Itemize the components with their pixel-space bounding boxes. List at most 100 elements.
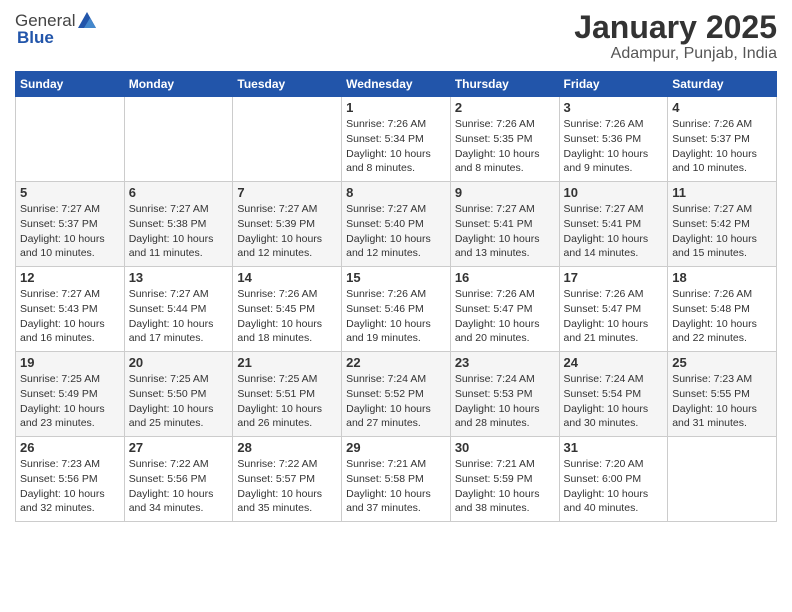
day-info: Sunrise: 7:24 AM Sunset: 5:54 PM Dayligh… bbox=[564, 372, 664, 431]
calendar-day-cell: 9Sunrise: 7:27 AM Sunset: 5:41 PM Daylig… bbox=[450, 182, 559, 267]
calendar-day-cell: 8Sunrise: 7:27 AM Sunset: 5:40 PM Daylig… bbox=[342, 182, 451, 267]
calendar-day-cell: 1 Sunrise: 7:26 AM Sunset: 5:34 PM Daylig… bbox=[342, 97, 451, 182]
day-info: Sunrise: 7:26 AM Sunset: 5:36 PM Dayligh… bbox=[564, 117, 664, 176]
weekday-header: Wednesday bbox=[342, 72, 451, 97]
day-info: Sunrise: 7:27 AM Sunset: 5:42 PM Dayligh… bbox=[672, 202, 772, 261]
calendar-week-row: 19 Sunrise: 7:25 AM Sunset: 5:49 PM Dayli… bbox=[16, 352, 777, 437]
day-info: Sunrise: 7:21 AM Sunset: 5:58 PM Dayligh… bbox=[346, 457, 446, 516]
day-number: 11 bbox=[672, 185, 772, 200]
logo-block: General Blue bbox=[15, 10, 99, 48]
day-info: Sunrise: 7:20 AM Sunset: 6:00 PM Dayligh… bbox=[564, 457, 664, 516]
day-number: 21 bbox=[237, 355, 337, 370]
calendar-day-cell bbox=[124, 97, 233, 182]
calendar-table: SundayMondayTuesdayWednesdayThursdayFrid… bbox=[15, 71, 777, 522]
weekday-header: Friday bbox=[559, 72, 668, 97]
calendar-day-cell: 19 Sunrise: 7:25 AM Sunset: 5:49 PM Dayli… bbox=[16, 352, 125, 437]
calendar-day-cell: 21 Sunrise: 7:25 AM Sunset: 5:51 PM Dayli… bbox=[233, 352, 342, 437]
day-info: Sunrise: 7:27 AM Sunset: 5:44 PM Dayligh… bbox=[129, 287, 229, 346]
calendar-day-cell: 7Sunrise: 7:27 AM Sunset: 5:39 PM Daylig… bbox=[233, 182, 342, 267]
calendar-day-cell: 24 Sunrise: 7:24 AM Sunset: 5:54 PM Dayli… bbox=[559, 352, 668, 437]
calendar-subtitle: Adampur, Punjab, India bbox=[574, 45, 777, 63]
day-number: 4 bbox=[672, 100, 772, 115]
day-number: 19 bbox=[20, 355, 120, 370]
calendar-day-cell: 12Sunrise: 7:27 AM Sunset: 5:43 PM Dayli… bbox=[16, 267, 125, 352]
calendar-day-cell: 20 Sunrise: 7:25 AM Sunset: 5:50 PM Dayli… bbox=[124, 352, 233, 437]
weekday-header: Sunday bbox=[16, 72, 125, 97]
day-number: 1 bbox=[346, 100, 446, 115]
logo: General Blue bbox=[15, 10, 99, 48]
calendar-day-cell: 30Sunrise: 7:21 AM Sunset: 5:59 PM Dayli… bbox=[450, 437, 559, 522]
calendar-day-cell: 3Sunrise: 7:26 AM Sunset: 5:36 PM Daylig… bbox=[559, 97, 668, 182]
day-number: 28 bbox=[237, 440, 337, 455]
day-info: Sunrise: 7:26 AM Sunset: 5:35 PM Dayligh… bbox=[455, 117, 555, 176]
day-number: 7 bbox=[237, 185, 337, 200]
day-number: 17 bbox=[564, 270, 664, 285]
day-number: 26 bbox=[20, 440, 120, 455]
day-info: Sunrise: 7:26 AM Sunset: 5:46 PM Dayligh… bbox=[346, 287, 446, 346]
calendar-day-cell bbox=[668, 437, 777, 522]
day-info: Sunrise: 7:21 AM Sunset: 5:59 PM Dayligh… bbox=[455, 457, 555, 516]
day-info: Sunrise: 7:25 AM Sunset: 5:51 PM Dayligh… bbox=[237, 372, 337, 431]
calendar-day-cell: 29 Sunrise: 7:21 AM Sunset: 5:58 PM Dayli… bbox=[342, 437, 451, 522]
calendar-day-cell: 22Sunrise: 7:24 AM Sunset: 5:52 PM Dayli… bbox=[342, 352, 451, 437]
calendar-day-cell: 2 Sunrise: 7:26 AM Sunset: 5:35 PM Daylig… bbox=[450, 97, 559, 182]
day-info: Sunrise: 7:26 AM Sunset: 5:34 PM Dayligh… bbox=[346, 117, 446, 176]
day-info: Sunrise: 7:26 AM Sunset: 5:48 PM Dayligh… bbox=[672, 287, 772, 346]
day-number: 23 bbox=[455, 355, 555, 370]
weekday-header: Tuesday bbox=[233, 72, 342, 97]
calendar-day-cell: 25Sunrise: 7:23 AM Sunset: 5:55 PM Dayli… bbox=[668, 352, 777, 437]
day-number: 10 bbox=[564, 185, 664, 200]
day-info: Sunrise: 7:26 AM Sunset: 5:37 PM Dayligh… bbox=[672, 117, 772, 176]
calendar-day-cell bbox=[16, 97, 125, 182]
calendar-day-cell: 28 Sunrise: 7:22 AM Sunset: 5:57 PM Dayli… bbox=[233, 437, 342, 522]
day-info: Sunrise: 7:24 AM Sunset: 5:52 PM Dayligh… bbox=[346, 372, 446, 431]
day-info: Sunrise: 7:25 AM Sunset: 5:50 PM Dayligh… bbox=[129, 372, 229, 431]
day-number: 6 bbox=[129, 185, 229, 200]
day-info: Sunrise: 7:25 AM Sunset: 5:49 PM Dayligh… bbox=[20, 372, 120, 431]
calendar-title: January 2025 bbox=[574, 10, 777, 45]
calendar-day-cell: 5 Sunrise: 7:27 AM Sunset: 5:37 PM Daylig… bbox=[16, 182, 125, 267]
day-number: 29 bbox=[346, 440, 446, 455]
weekday-header: Saturday bbox=[668, 72, 777, 97]
day-number: 5 bbox=[20, 185, 120, 200]
day-info: Sunrise: 7:27 AM Sunset: 5:37 PM Dayligh… bbox=[20, 202, 120, 261]
day-info: Sunrise: 7:22 AM Sunset: 5:57 PM Dayligh… bbox=[237, 457, 337, 516]
calendar-day-cell: 11 Sunrise: 7:27 AM Sunset: 5:42 PM Dayli… bbox=[668, 182, 777, 267]
calendar-day-cell: 4 Sunrise: 7:26 AM Sunset: 5:37 PM Daylig… bbox=[668, 97, 777, 182]
day-number: 24 bbox=[564, 355, 664, 370]
day-number: 13 bbox=[129, 270, 229, 285]
day-number: 14 bbox=[237, 270, 337, 285]
day-info: Sunrise: 7:27 AM Sunset: 5:41 PM Dayligh… bbox=[455, 202, 555, 261]
calendar-day-cell bbox=[233, 97, 342, 182]
weekday-header: Monday bbox=[124, 72, 233, 97]
calendar-day-cell: 23 Sunrise: 7:24 AM Sunset: 5:53 PM Dayli… bbox=[450, 352, 559, 437]
day-number: 2 bbox=[455, 100, 555, 115]
day-info: Sunrise: 7:27 AM Sunset: 5:41 PM Dayligh… bbox=[564, 202, 664, 261]
title-block: January 2025 Adampur, Punjab, India bbox=[574, 10, 777, 63]
calendar-week-row: 12Sunrise: 7:27 AM Sunset: 5:43 PM Dayli… bbox=[16, 267, 777, 352]
day-number: 31 bbox=[564, 440, 664, 455]
day-number: 18 bbox=[672, 270, 772, 285]
calendar-day-cell: 31 Sunrise: 7:20 AM Sunset: 6:00 PM Dayli… bbox=[559, 437, 668, 522]
calendar-day-cell: 10 Sunrise: 7:27 AM Sunset: 5:41 PM Dayli… bbox=[559, 182, 668, 267]
day-info: Sunrise: 7:26 AM Sunset: 5:47 PM Dayligh… bbox=[455, 287, 555, 346]
day-number: 20 bbox=[129, 355, 229, 370]
day-info: Sunrise: 7:23 AM Sunset: 5:56 PM Dayligh… bbox=[20, 457, 120, 516]
day-number: 16 bbox=[455, 270, 555, 285]
weekday-header-row: SundayMondayTuesdayWednesdayThursdayFrid… bbox=[16, 72, 777, 97]
day-info: Sunrise: 7:22 AM Sunset: 5:56 PM Dayligh… bbox=[129, 457, 229, 516]
calendar-week-row: 26 Sunrise: 7:23 AM Sunset: 5:56 PM Dayli… bbox=[16, 437, 777, 522]
calendar-week-row: 5 Sunrise: 7:27 AM Sunset: 5:37 PM Daylig… bbox=[16, 182, 777, 267]
main-container: General Blue January 2025 Adampur, Punja… bbox=[0, 0, 792, 532]
day-info: Sunrise: 7:24 AM Sunset: 5:53 PM Dayligh… bbox=[455, 372, 555, 431]
calendar-day-cell: 26 Sunrise: 7:23 AM Sunset: 5:56 PM Dayli… bbox=[16, 437, 125, 522]
logo-icon bbox=[76, 10, 98, 32]
day-info: Sunrise: 7:26 AM Sunset: 5:45 PM Dayligh… bbox=[237, 287, 337, 346]
calendar-day-cell: 14 Sunrise: 7:26 AM Sunset: 5:45 PM Dayli… bbox=[233, 267, 342, 352]
calendar-day-cell: 16 Sunrise: 7:26 AM Sunset: 5:47 PM Dayli… bbox=[450, 267, 559, 352]
calendar-day-cell: 17Sunrise: 7:26 AM Sunset: 5:47 PM Dayli… bbox=[559, 267, 668, 352]
day-number: 12 bbox=[20, 270, 120, 285]
calendar-day-cell: 15 Sunrise: 7:26 AM Sunset: 5:46 PM Dayli… bbox=[342, 267, 451, 352]
day-number: 15 bbox=[346, 270, 446, 285]
day-number: 25 bbox=[672, 355, 772, 370]
